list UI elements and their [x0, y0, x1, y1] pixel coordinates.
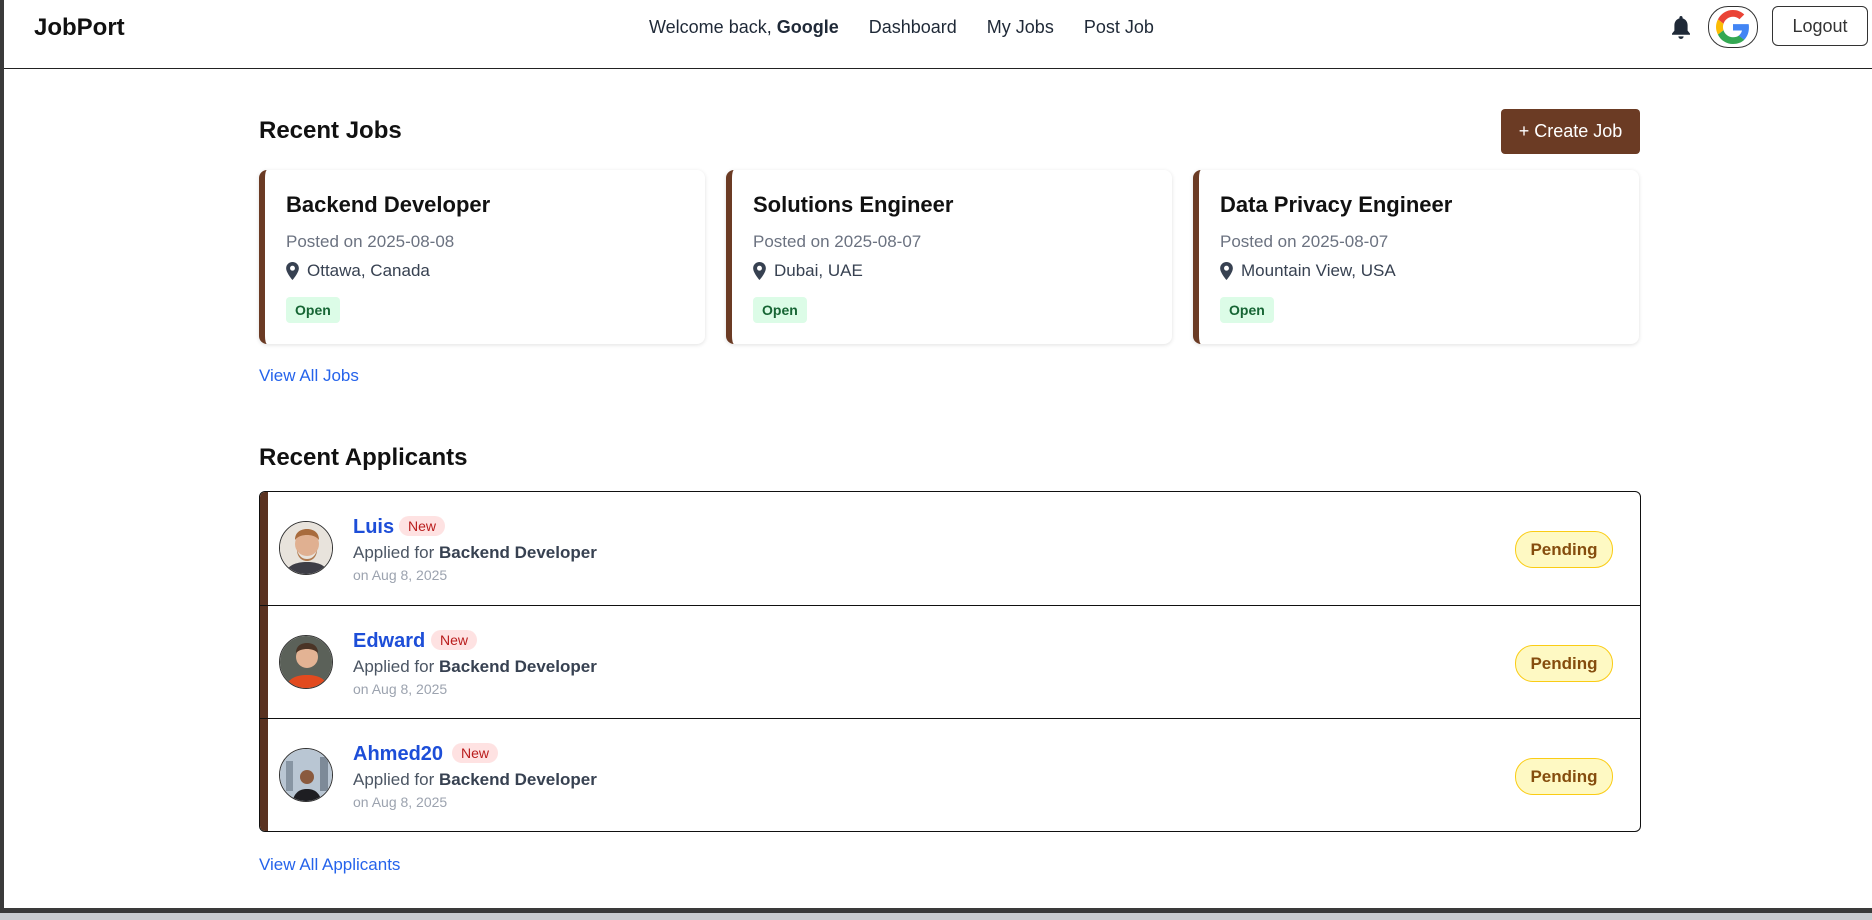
location-pin-icon: [286, 262, 299, 280]
job-location: Ottawa, Canada: [286, 261, 430, 281]
welcome-user-name: Google: [776, 17, 839, 37]
job-title[interactable]: Data Privacy Engineer: [1220, 192, 1452, 218]
applied-job-title: Backend Developer: [439, 657, 597, 676]
applicant-name[interactable]: Edward: [353, 630, 425, 653]
applied-prefix: Applied for: [353, 657, 435, 676]
applied-date: on Aug 8, 2025: [353, 681, 448, 697]
applied-prefix: Applied for: [353, 543, 435, 562]
view-all-applicants-link[interactable]: View All Applicants: [259, 855, 400, 875]
location-pin-icon: [1220, 262, 1233, 280]
applied-prefix: Applied for: [353, 770, 435, 789]
nav-dashboard[interactable]: Dashboard: [869, 17, 957, 38]
welcome-prefix: Welcome back,: [649, 17, 772, 37]
job-card[interactable]: Data Privacy Engineer Posted on 2025-08-…: [1193, 170, 1639, 344]
applied-for-text: Applied for Backend Developer: [353, 543, 597, 563]
applied-for-text: Applied for Backend Developer: [353, 770, 597, 790]
nav-links: Welcome back, Google Dashboard My Jobs P…: [649, 17, 1184, 38]
new-badge: New: [431, 630, 478, 650]
new-badge: New: [452, 743, 499, 763]
avatar[interactable]: [279, 748, 333, 802]
recent-applicants-title: Recent Applicants: [259, 444, 468, 471]
applied-date: on Aug 8, 2025: [353, 567, 448, 583]
job-posted-date: Posted on 2025-08-08: [286, 232, 455, 251]
applicant-row[interactable]: Edward New Applied for Backend Developer…: [260, 605, 1640, 718]
taskbar-strip: [0, 913, 1872, 920]
job-status-badge: Open: [1220, 297, 1274, 323]
applicant-row[interactable]: Luis New Applied for Backend Developer o…: [260, 492, 1640, 605]
job-status-badge: Open: [286, 297, 340, 323]
job-location: Mountain View, USA: [1220, 261, 1396, 281]
recent-jobs-title: Recent Jobs: [259, 117, 402, 144]
nav-my-jobs[interactable]: My Jobs: [987, 17, 1054, 38]
job-card[interactable]: Backend Developer Posted on 2025-08-08 O…: [259, 170, 705, 344]
new-badge: New: [399, 516, 446, 536]
status-badge: Pending: [1515, 758, 1613, 795]
top-navbar: JobPort Welcome back, Google Dashboard M…: [4, 0, 1872, 69]
job-location-text: Ottawa, Canada: [307, 261, 430, 280]
applied-for-text: Applied for Backend Developer: [353, 657, 597, 677]
avatar[interactable]: [279, 635, 333, 689]
welcome-message: Welcome back, Google: [649, 17, 839, 38]
job-title[interactable]: Solutions Engineer: [753, 192, 953, 218]
job-status-badge: Open: [753, 297, 807, 323]
job-location-text: Mountain View, USA: [1241, 261, 1396, 280]
job-location-text: Dubai, UAE: [774, 261, 863, 280]
applied-job-title: Backend Developer: [439, 543, 597, 562]
applied-job-title: Backend Developer: [439, 770, 597, 789]
job-title[interactable]: Backend Developer: [286, 192, 490, 218]
applicant-name[interactable]: Ahmed20: [353, 743, 443, 766]
applicants-list: Luis New Applied for Backend Developer o…: [259, 491, 1641, 832]
job-posted-date: Posted on 2025-08-07: [753, 232, 922, 251]
job-posted-date: Posted on 2025-08-07: [1220, 232, 1389, 251]
window-frame-left: [0, 0, 4, 920]
location-pin-icon: [753, 262, 766, 280]
google-logo-icon: [1716, 10, 1749, 44]
nav-post-job[interactable]: Post Job: [1084, 17, 1154, 38]
avatar[interactable]: [279, 521, 333, 575]
bell-icon[interactable]: [1669, 14, 1693, 42]
logout-button[interactable]: Logout: [1772, 6, 1868, 46]
brand-logo[interactable]: JobPort: [34, 14, 125, 42]
google-avatar-icon[interactable]: [1708, 6, 1758, 48]
applicant-name[interactable]: Luis: [353, 516, 394, 539]
status-badge: Pending: [1515, 531, 1613, 568]
job-location: Dubai, UAE: [753, 261, 863, 281]
status-badge: Pending: [1515, 645, 1613, 682]
applicant-row[interactable]: Ahmed20 New Applied for Backend Develope…: [260, 718, 1640, 831]
view-all-jobs-link[interactable]: View All Jobs: [259, 366, 359, 386]
job-card[interactable]: Solutions Engineer Posted on 2025-08-07 …: [726, 170, 1172, 344]
applied-date: on Aug 8, 2025: [353, 794, 448, 810]
create-job-button[interactable]: + Create Job: [1501, 109, 1640, 154]
